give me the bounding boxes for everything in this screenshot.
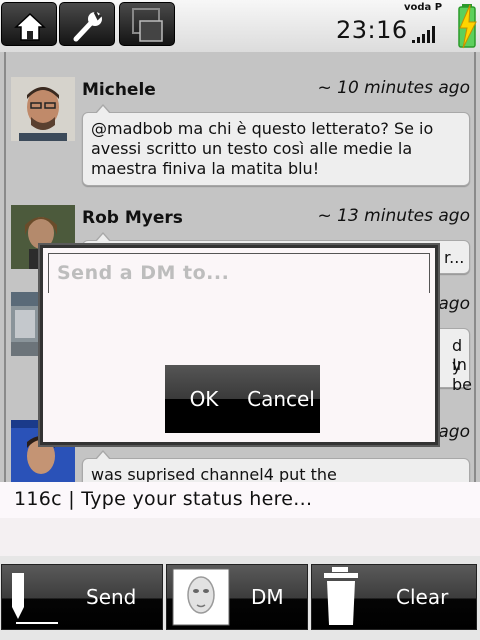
- home-icon: [14, 12, 46, 41]
- send-label: Send: [86, 585, 137, 609]
- pen-icon: [12, 573, 58, 624]
- divider: [474, 52, 476, 482]
- settings-button[interactable]: [59, 2, 115, 46]
- tweet-time: ago: [438, 294, 470, 314]
- tweet-bubble: was suprised channel4 put the: [82, 450, 470, 482]
- tweet-time: ~ 13 minutes ago: [317, 206, 470, 226]
- tweet-author: Rob Myers: [82, 208, 183, 228]
- dm-recipient-input[interactable]: Send a DM to...: [48, 253, 430, 293]
- ok-button[interactable]: OK: [165, 365, 243, 433]
- face-mask-icon: [172, 568, 230, 626]
- tweet-text-fragment: y be: [452, 356, 472, 394]
- dialog-body: Send a DM to... OK Cancel: [43, 248, 435, 442]
- status-input[interactable]: 116c | Type your status here...: [0, 482, 480, 518]
- tweet-text-fragment: r...: [444, 248, 465, 267]
- dm-dialog: Send a DM to... OK Cancel: [38, 243, 440, 447]
- tweet-text: @madbob ma chi è questo letterato? Se io…: [91, 119, 434, 178]
- cancel-button[interactable]: Cancel: [242, 365, 320, 433]
- send-button[interactable]: Send: [1, 564, 163, 630]
- carrier-name: voda P: [404, 2, 443, 13]
- status-input-area[interactable]: [0, 518, 480, 556]
- dm-label: DM: [251, 585, 284, 609]
- home-button[interactable]: [1, 2, 57, 46]
- bottom-bar: Send DM Clear: [0, 556, 480, 640]
- divider: [4, 52, 6, 482]
- dm-button[interactable]: DM: [166, 564, 308, 630]
- avatar: [11, 77, 75, 141]
- window-button[interactable]: [119, 2, 175, 46]
- top-bar: 23:16 voda P: [0, 0, 480, 52]
- tweet-author: Michele: [82, 80, 156, 100]
- tweet-time: ago: [438, 422, 470, 442]
- tweet-time: ~ 10 minutes ago: [317, 78, 470, 98]
- window-icon: [132, 8, 163, 42]
- clear-button[interactable]: Clear: [311, 564, 477, 630]
- wrench-icon: [73, 11, 103, 42]
- battery-charging-icon: [458, 4, 477, 49]
- signal-icon: [412, 26, 435, 43]
- tweet-text: was suprised channel4 put the: [91, 465, 337, 482]
- trash-icon: [324, 567, 358, 625]
- clock: 23:16: [336, 16, 408, 44]
- tweet-bubble: @madbob ma chi è questo letterato? Se io…: [82, 104, 470, 186]
- clear-label: Clear: [396, 585, 449, 609]
